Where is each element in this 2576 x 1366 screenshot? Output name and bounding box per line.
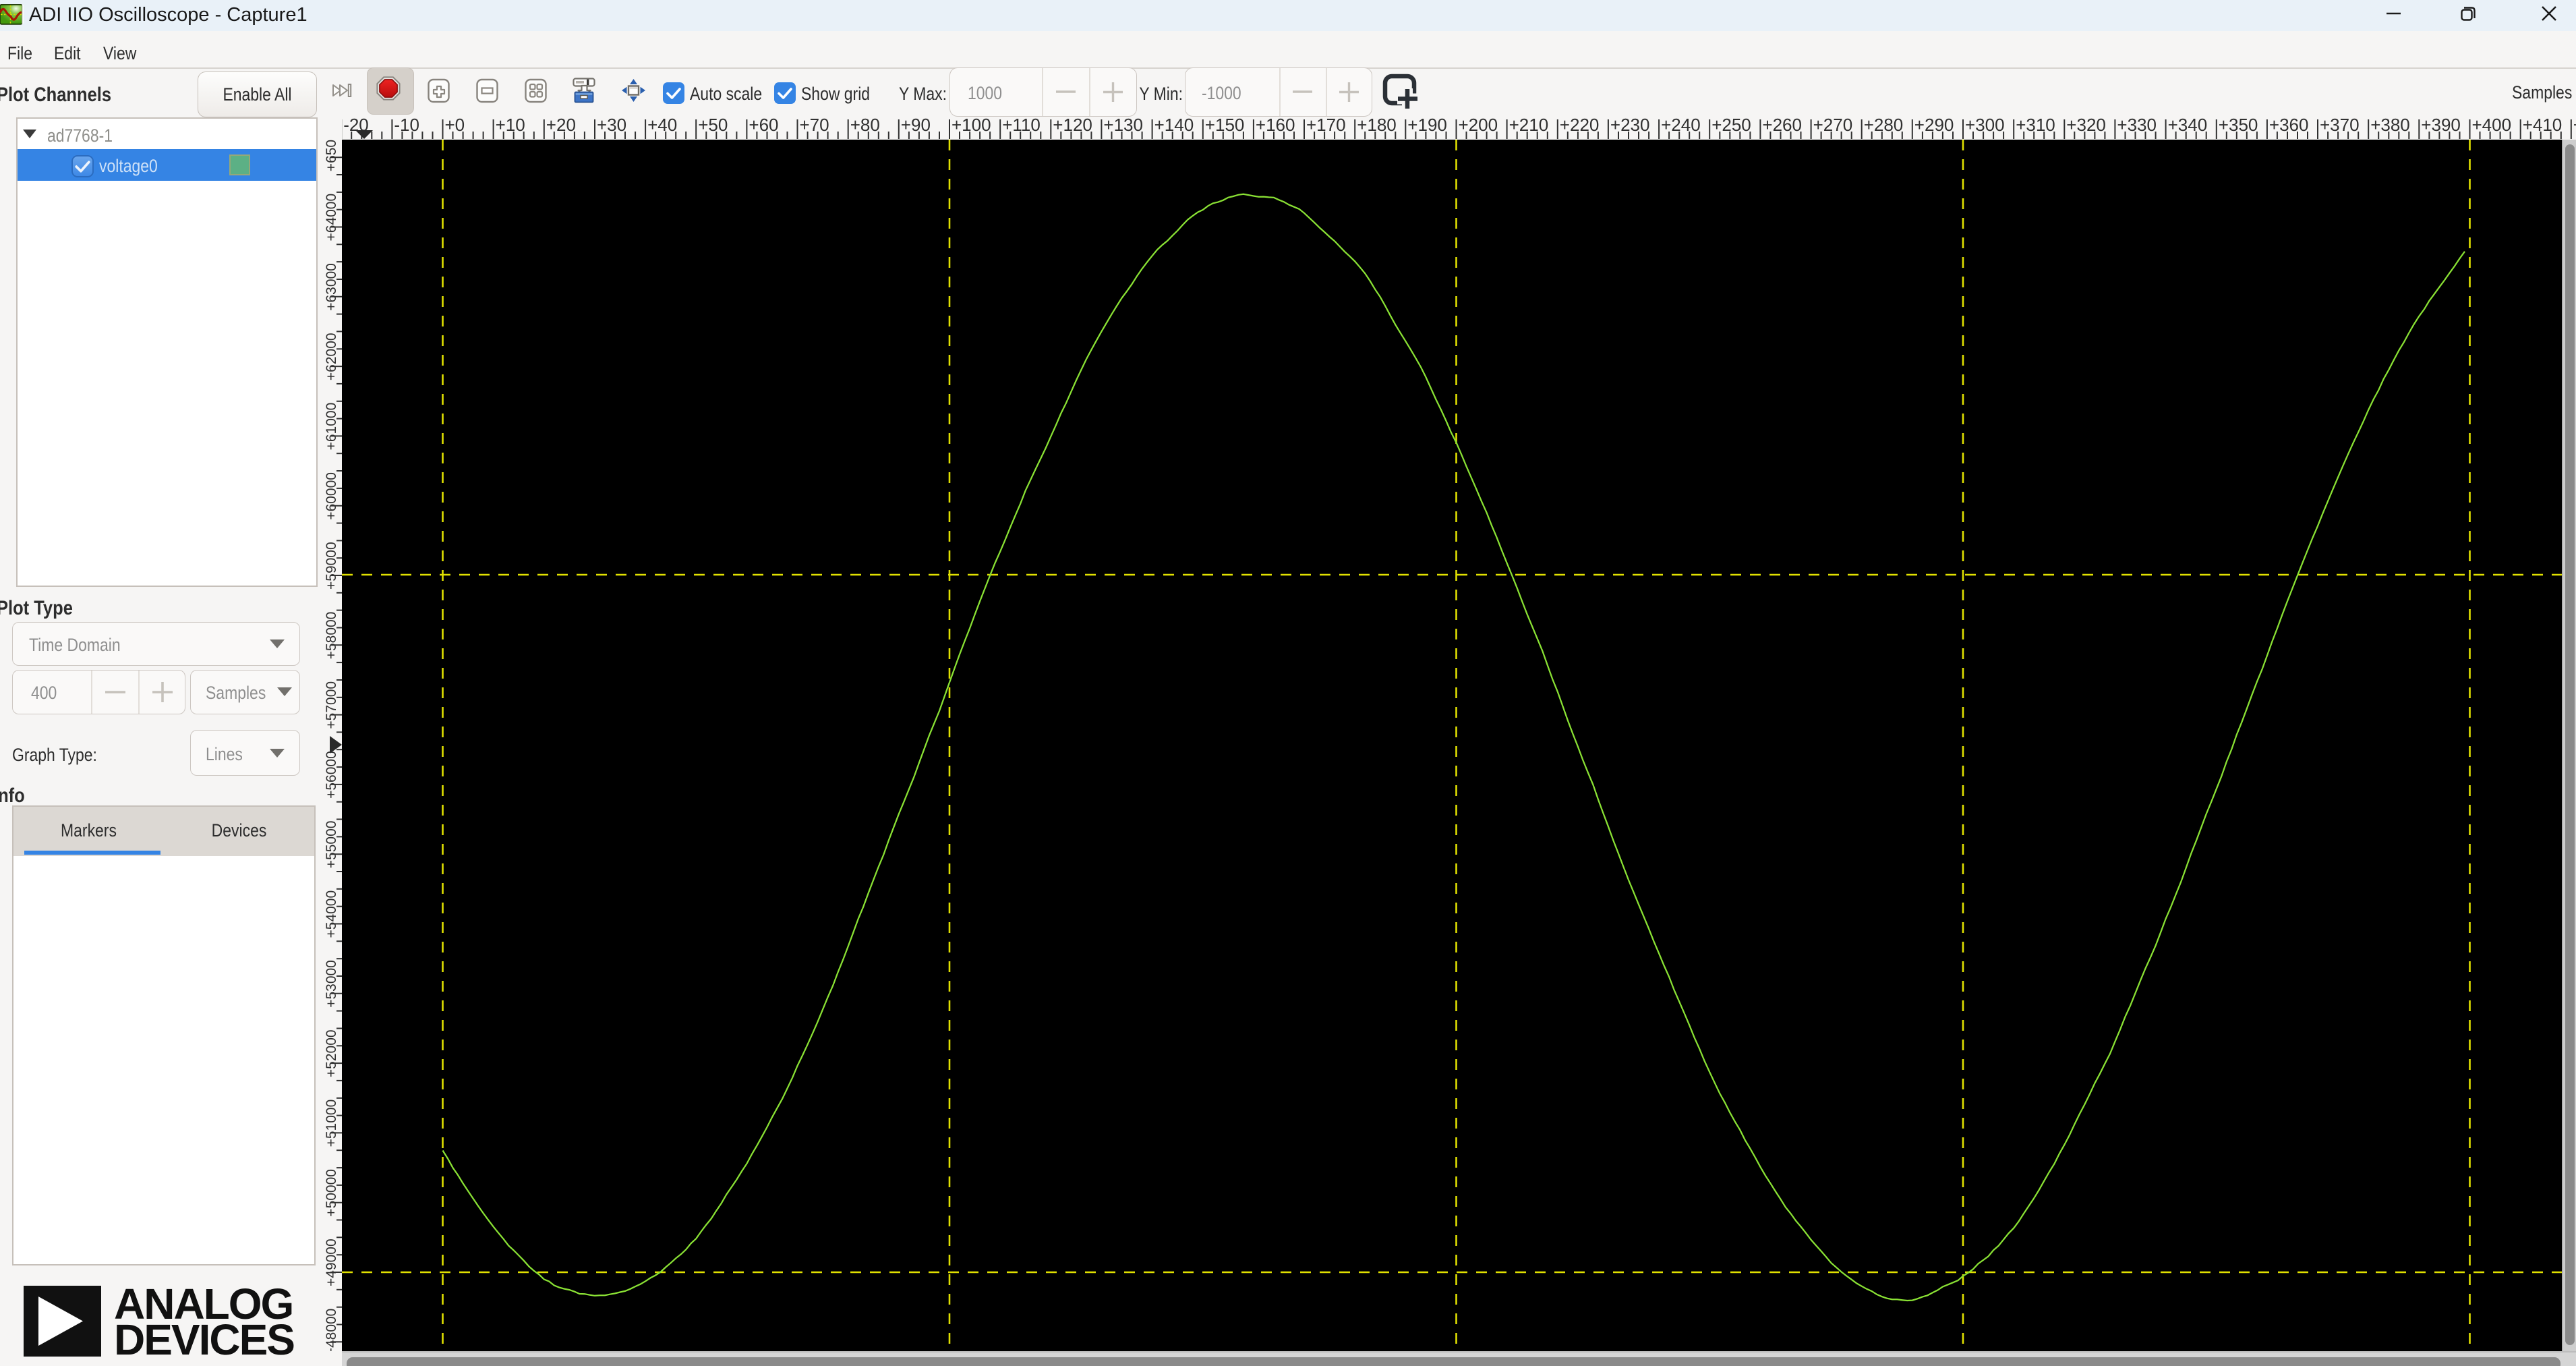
svg-text:+50000: +50000 <box>324 1169 339 1217</box>
svg-text:+140: +140 <box>1154 116 1194 135</box>
svg-text:+60000: +60000 <box>324 472 339 520</box>
svg-text:+70: +70 <box>800 116 829 135</box>
svg-text:DEVICES: DEVICES <box>114 1315 294 1361</box>
svg-text:+62000: +62000 <box>324 333 339 380</box>
svg-text:+55000: +55000 <box>324 821 339 869</box>
svg-text:+60: +60 <box>749 116 778 135</box>
svg-text:+56000: +56000 <box>324 751 339 799</box>
svg-text:+40: +40 <box>647 116 677 135</box>
svg-text:+48000: +48000 <box>324 1309 339 1351</box>
svg-text:+49000: +49000 <box>324 1239 339 1286</box>
svg-text:+120: +120 <box>1053 116 1092 135</box>
svg-text:+53000: +53000 <box>324 960 339 1008</box>
svg-text:+390: +390 <box>2421 116 2461 135</box>
svg-text:+51000: +51000 <box>324 1100 339 1147</box>
svg-text:+180: +180 <box>1357 116 1397 135</box>
svg-text:+170: +170 <box>1306 116 1346 135</box>
svg-text:+220: +220 <box>1560 116 1600 135</box>
svg-text:+270: +270 <box>1813 116 1853 135</box>
svg-text:+59000: +59000 <box>324 542 339 590</box>
svg-text:+30: +30 <box>597 116 626 135</box>
svg-text:+310: +310 <box>2016 116 2055 135</box>
svg-text:+230: +230 <box>1610 116 1650 135</box>
svg-text:+65000: +65000 <box>324 140 339 171</box>
svg-text:+350: +350 <box>2219 116 2258 135</box>
svg-text:+100: +100 <box>952 116 991 135</box>
svg-text:+61000: +61000 <box>324 403 339 451</box>
svg-text:-10: -10 <box>394 116 419 135</box>
svg-text:+360: +360 <box>2269 116 2309 135</box>
svg-text:+64000: +64000 <box>324 194 339 241</box>
svg-text:+240: +240 <box>1661 116 1701 135</box>
svg-text:+52000: +52000 <box>324 1029 339 1077</box>
svg-text:+58000: +58000 <box>324 612 339 660</box>
svg-text:+340: +340 <box>2168 116 2208 135</box>
svg-text:+380: +380 <box>2370 116 2410 135</box>
svg-text:+110: +110 <box>1002 116 1041 135</box>
svg-text:+160: +160 <box>1256 116 1295 135</box>
svg-text:+410: +410 <box>2523 116 2563 135</box>
svg-text:+0: +0 <box>445 116 465 135</box>
svg-text:+210: +210 <box>1509 116 1549 135</box>
svg-text:+10: +10 <box>496 116 525 135</box>
svg-text:+300: +300 <box>1965 116 2005 135</box>
svg-text:+320: +320 <box>2066 116 2106 135</box>
svg-text:+20: +20 <box>546 116 576 135</box>
svg-text:+63000: +63000 <box>324 263 339 311</box>
svg-text:+400: +400 <box>2472 116 2512 135</box>
svg-text:+200: +200 <box>1459 116 1498 135</box>
svg-text:+370: +370 <box>2320 116 2360 135</box>
svg-text:+57000: +57000 <box>324 681 339 729</box>
svg-text:+250: +250 <box>1711 116 1751 135</box>
svg-text:+130: +130 <box>1103 116 1143 135</box>
svg-text:+330: +330 <box>2117 116 2157 135</box>
svg-text:+80: +80 <box>850 116 880 135</box>
svg-text:+50: +50 <box>698 116 728 135</box>
svg-text:+150: +150 <box>1205 116 1245 135</box>
svg-text:+54000: +54000 <box>324 890 339 938</box>
svg-text:+260: +260 <box>1762 116 1802 135</box>
svg-text:+280: +280 <box>1864 116 1904 135</box>
svg-text:+290: +290 <box>1914 116 1954 135</box>
svg-text:+420: +420 <box>2573 116 2576 135</box>
svg-text:+90: +90 <box>901 116 931 135</box>
svg-text:+190: +190 <box>1407 116 1447 135</box>
